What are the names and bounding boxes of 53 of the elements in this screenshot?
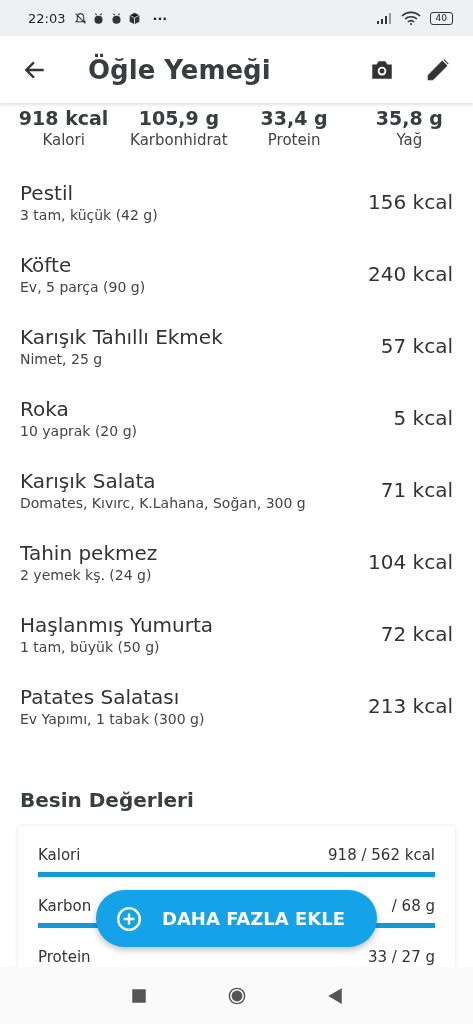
summary-label: Karbonhidrat xyxy=(130,131,228,149)
section-heading: Besin Değerleri xyxy=(20,788,195,812)
more-notifications: ··· xyxy=(152,10,168,26)
summary-value: 35,8 g xyxy=(375,107,443,129)
nutrient-label: Kalori xyxy=(38,846,81,864)
nutrient-value: / 68 g xyxy=(391,897,435,915)
food-calories: 72 kcal xyxy=(380,622,453,646)
food-portion: 10 yaprak (20 g) xyxy=(20,423,138,439)
bug-icon xyxy=(110,11,124,25)
food-portion: 2 yemek kş. (24 g) xyxy=(20,567,153,583)
nutrient-label: Protein xyxy=(38,948,91,966)
summary-value: 105,9 g xyxy=(138,107,220,129)
food-name[interactable]: Karışık Salata xyxy=(20,469,373,493)
edit-icon[interactable] xyxy=(425,56,451,83)
food-calories: 240 kcal xyxy=(368,262,453,286)
summary-value: 33,4 g xyxy=(260,107,328,129)
food-portion: 1 tam, büyük (50 g) xyxy=(20,639,161,655)
home-icon[interactable] xyxy=(227,986,246,1005)
food-name[interactable]: Pestil xyxy=(20,181,361,205)
nutrient-value: 918 / 562 kcal xyxy=(328,846,435,864)
food-name[interactable]: Köfte xyxy=(20,253,361,277)
wifi-icon xyxy=(400,11,421,25)
bell-off-icon xyxy=(74,11,88,25)
recents-icon[interactable] xyxy=(129,986,148,1005)
nutrient-value: 33 / 27 g xyxy=(367,948,435,966)
summary-label: Yağ xyxy=(396,131,423,149)
food-portion: Domates, Kıvırc, K.Lahana, Soğan, 300 g xyxy=(20,495,307,511)
status-time: 22:03 xyxy=(28,10,66,26)
food-calories: 57 kcal xyxy=(380,334,453,358)
food-name[interactable]: Patates Salatası xyxy=(20,685,361,709)
food-calories: 5 kcal xyxy=(393,406,453,430)
box-icon xyxy=(128,11,142,25)
summary-label: Protein xyxy=(267,131,321,149)
screen-title: Öğle Yemeği xyxy=(88,54,271,85)
signal-icon xyxy=(375,12,392,24)
bug-icon xyxy=(92,11,106,25)
battery-indicator: 40 xyxy=(429,11,453,25)
food-name[interactable]: Karışık Tahıllı Ekmek xyxy=(20,325,373,349)
food-name[interactable]: Haşlanmış Yumurta xyxy=(20,613,373,637)
food-calories: 156 kcal xyxy=(368,190,453,214)
summary-value: 918 kcal xyxy=(18,107,109,129)
nutrient-label: Karbon xyxy=(38,897,92,915)
food-portion: 3 tam, küçük (42 g) xyxy=(20,207,159,223)
food-portion: Ev, 5 parça (90 g) xyxy=(20,279,147,295)
food-portion: Nimet, 25 g xyxy=(20,351,104,367)
food-name[interactable]: Roka xyxy=(20,397,386,421)
add-icon xyxy=(116,905,142,932)
summary-label: Kalori xyxy=(42,131,85,149)
food-calories: 71 kcal xyxy=(380,478,453,502)
food-calories: 213 kcal xyxy=(368,694,453,718)
food-name[interactable]: Tahin pekmez xyxy=(20,541,361,565)
food-portion: Ev Yapımı, 1 tabak (300 g) xyxy=(20,711,206,727)
food-calories: 104 kcal xyxy=(368,550,453,574)
